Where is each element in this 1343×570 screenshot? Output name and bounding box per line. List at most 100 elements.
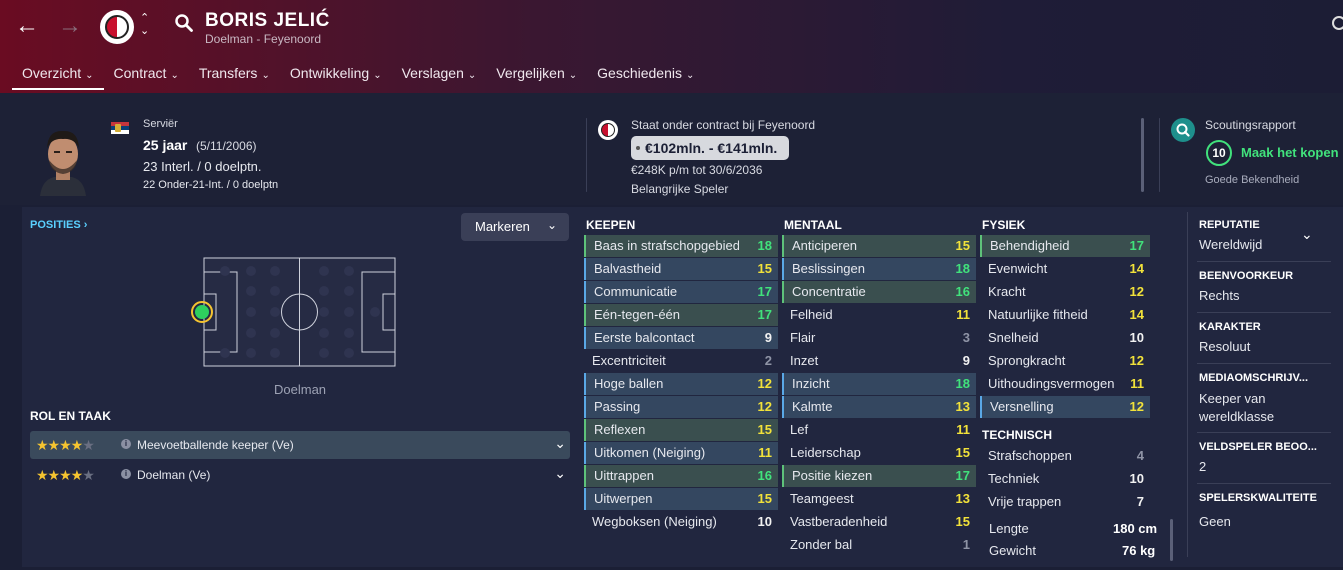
tab-label: Contract	[113, 65, 167, 81]
markers-dropdown[interactable]: Markeren ⌄	[461, 213, 569, 241]
search-icon[interactable]	[1171, 118, 1195, 142]
forward-arrow-icon[interactable]: →	[58, 14, 82, 38]
serbia-flag-icon	[111, 122, 129, 134]
attribute-row[interactable]: Uittrappen 16	[584, 465, 778, 487]
info-icon[interactable]: i	[121, 469, 131, 479]
attribute-row[interactable]: Leiderschap 15	[782, 442, 976, 464]
attribute-value: 13	[955, 491, 970, 506]
tab-transfers[interactable]: Transfers ⌄	[189, 62, 280, 90]
attribute-row[interactable]: Kracht 12	[980, 281, 1150, 303]
attribute-row[interactable]: Teamgeest 13	[782, 488, 976, 510]
attribute-row[interactable]: Anticiperen 15	[782, 235, 976, 257]
attribute-row[interactable]: Wegboksen (Neiging) 10	[584, 511, 778, 533]
attribute-row[interactable]: Inzet 9	[782, 350, 976, 372]
attribute-row[interactable]: Natuurlijke fitheid 14	[980, 304, 1150, 326]
attribute-row[interactable]: Behendigheid 17	[980, 235, 1150, 257]
chevron-down-icon[interactable]: ⌄	[554, 465, 566, 482]
divider	[1187, 212, 1188, 557]
attribute-name: Reflexen	[594, 422, 646, 437]
chevron-down-icon[interactable]: ⌄	[1301, 226, 1313, 243]
attribute-row[interactable]: Concentratie 16	[782, 281, 976, 303]
attribute-value: 14	[1129, 307, 1144, 322]
tab-geschiedenis[interactable]: Geschiedenis ⌄	[587, 62, 704, 90]
attribute-row[interactable]: Sprongkracht 12	[980, 350, 1150, 372]
globe-icon[interactable]	[1332, 16, 1343, 30]
attribute-row[interactable]: Excentriciteit 2	[584, 350, 778, 372]
attribute-row[interactable]: Uitkomen (Neiging) 11	[584, 442, 778, 464]
attribute-row[interactable]: Uithoudingsvermogen 11	[980, 373, 1150, 395]
attribute-row[interactable]: Reflexen 15	[584, 419, 778, 441]
club-crest-icon[interactable]	[100, 10, 134, 44]
attribute-value: 11	[1130, 376, 1144, 391]
attribute-row[interactable]: Vastberadenheid 15	[782, 511, 976, 533]
transfer-value-badge[interactable]: €102mln. - €141mln.	[631, 136, 789, 160]
attribute-name: Balvastheid	[594, 261, 662, 276]
attribute-name: Kracht	[988, 284, 1026, 299]
scrollbar[interactable]	[1141, 118, 1144, 192]
outfield-rating-title: VELDSPELER BEOO...	[1199, 441, 1317, 453]
attribute-name: Snelheid	[988, 330, 1039, 345]
tab-label: Ontwikkeling	[289, 65, 370, 81]
attribute-value: 11	[956, 422, 970, 437]
technisch-title: TECHNISCH	[982, 428, 1053, 442]
chevron-down-icon: ⌄	[85, 70, 94, 81]
attribute-row[interactable]: Communicatie 17	[584, 281, 778, 303]
media-description-value: Keeper van wereldklasse	[1199, 391, 1275, 424]
attribute-name: Felheid	[790, 307, 833, 322]
positions-link[interactable]: POSITIES ›	[30, 219, 87, 231]
info-icon[interactable]: i	[121, 439, 131, 449]
attribute-name: Positie kiezen	[792, 468, 873, 483]
back-arrow-icon[interactable]: ←	[15, 14, 39, 38]
attribute-row[interactable]: Passing 12	[584, 396, 778, 418]
attribute-row[interactable]: Evenwicht 14	[980, 258, 1150, 280]
role-row[interactable]: ★★★★★ i Doelman (Ve) ⌄	[30, 461, 570, 489]
chevron-down-icon: ⌄	[467, 70, 477, 81]
attribute-row[interactable]: Zonder bal 1	[782, 534, 976, 556]
chevron-down-icon[interactable]: ⌄	[554, 435, 566, 452]
tab-vergelijken[interactable]: Vergelijken ⌄	[486, 62, 587, 90]
attribute-row[interactable]: Snelheid 10	[980, 327, 1150, 349]
attribute-row[interactable]: Baas in strafschopgebied 18	[584, 235, 778, 257]
scouting-recommendation[interactable]: Maak het kopen	[1241, 145, 1339, 160]
attribute-row[interactable]: Inzicht 18	[782, 373, 976, 395]
attribute-name: Eerste balcontact	[594, 330, 695, 345]
attribute-row[interactable]: Vrije trappen 7	[980, 491, 1150, 513]
tab-label: Verslagen	[401, 65, 464, 81]
attribute-row[interactable]: Techniek 10	[980, 468, 1150, 490]
attribute-row[interactable]: Positie kiezen 17	[782, 465, 976, 487]
attribute-row[interactable]: Strafschoppen 4	[980, 445, 1150, 467]
attribute-row[interactable]: Eén-tegen-één 17	[584, 304, 778, 326]
attribute-value: 9	[962, 353, 970, 368]
attribute-value: 12	[1129, 353, 1144, 368]
tab-ontwikkeling[interactable]: Ontwikkeling ⌄	[280, 62, 392, 90]
attribute-row[interactable]: Flair 3	[782, 327, 976, 349]
attribute-value: 2	[764, 353, 772, 368]
attribute-row[interactable]: Balvastheid 15	[584, 258, 778, 280]
scrollbar[interactable]	[1170, 519, 1173, 561]
attribute-row[interactable]: Uitwerpen 15	[584, 488, 778, 510]
attribute-name: Eén-tegen-één	[594, 307, 681, 322]
attribute-row[interactable]: Kalmte 13	[782, 396, 976, 418]
attribute-name: Vastberadenheid	[790, 514, 888, 529]
search-icon[interactable]	[175, 14, 193, 32]
attribute-row[interactable]: Versnelling 12	[980, 396, 1150, 418]
attribute-name: Kalmte	[792, 399, 833, 414]
keepen-title: KEEPEN	[586, 218, 636, 232]
attribute-name: Strafschoppen	[988, 448, 1072, 463]
attribute-value: 18	[757, 238, 772, 253]
tab-overzicht[interactable]: Overzicht ⌄	[12, 62, 104, 90]
nationality: Serviër	[143, 118, 178, 130]
tab-contract[interactable]: Contract ⌄	[104, 62, 189, 90]
attribute-value: 9	[764, 330, 772, 345]
role-row[interactable]: ★★★★★ i Meevoetballende keeper (Ve) ⌄	[30, 431, 570, 459]
attribute-row[interactable]: Felheid 11	[782, 304, 976, 326]
chevron-updown-icon[interactable]: ⌃ ⌄	[140, 12, 149, 38]
tab-verslagen[interactable]: Verslagen ⌄	[392, 62, 487, 90]
attribute-row[interactable]: Beslissingen 18	[782, 258, 976, 280]
role-stars: ★★★★★	[36, 437, 95, 453]
attribute-row[interactable]: Eerste balcontact 9	[584, 327, 778, 349]
attribute-row[interactable]: Lef 11	[782, 419, 976, 441]
player-avatar[interactable]	[34, 122, 92, 196]
attribute-name: Inzet	[790, 353, 819, 368]
attribute-row[interactable]: Hoge ballen 12	[584, 373, 778, 395]
